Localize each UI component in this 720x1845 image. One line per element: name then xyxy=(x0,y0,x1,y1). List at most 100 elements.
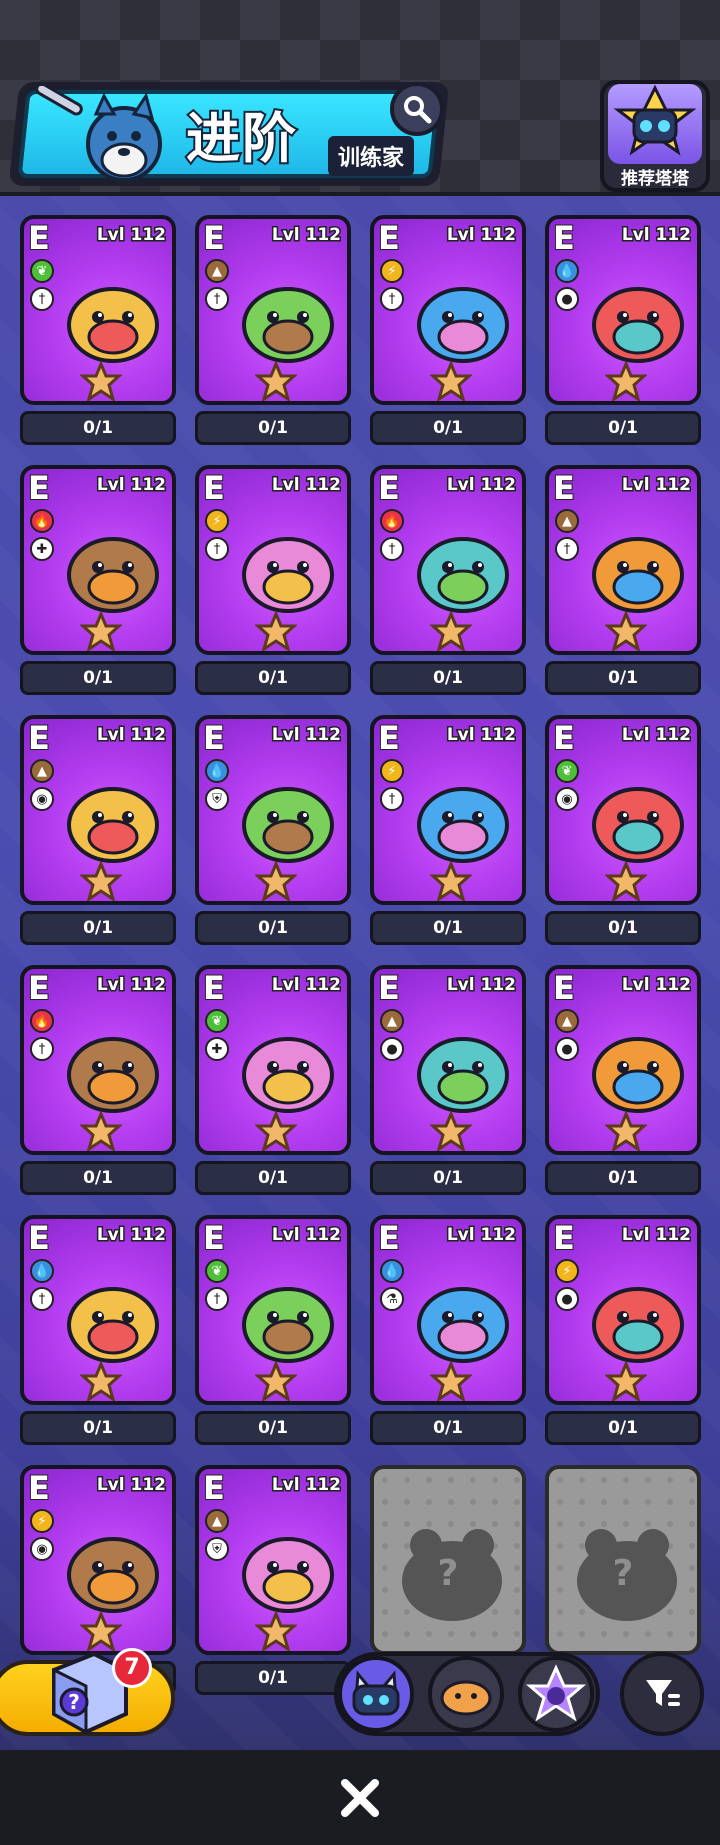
progress-bar: 0/1 xyxy=(20,411,176,445)
earth-element-icon: ▲ xyxy=(205,259,229,283)
fire-element-icon: 🔥 xyxy=(30,509,54,533)
monster-card[interactable]: E Lvl 112 ▲ ● xyxy=(545,965,701,1155)
page-subtitle: 训练家 xyxy=(328,136,415,176)
monster-card[interactable]: E Lvl 112 🔥 † xyxy=(20,965,176,1155)
earth-element-icon: ▲ xyxy=(555,509,579,533)
level-label: Lvl 112 xyxy=(270,474,342,497)
star-icon xyxy=(255,361,297,401)
monster-card[interactable]: E Lvl 112 💧 ⛨ xyxy=(195,715,351,905)
progress-bar: 0/1 xyxy=(195,411,351,445)
kangaroo-monster-icon xyxy=(417,1037,509,1113)
mole-monster-icon xyxy=(242,287,334,363)
search-button[interactable] xyxy=(390,82,444,136)
star-icon xyxy=(80,861,122,901)
progress-bar: 0/1 xyxy=(370,911,526,945)
sword-icon: † xyxy=(380,537,404,561)
star-icon xyxy=(255,1111,297,1151)
monster-card[interactable]: E Lvl 112 💧 ● xyxy=(545,215,701,405)
star-icon xyxy=(430,861,472,901)
progress-bar: 0/1 xyxy=(545,1161,701,1195)
monster-card[interactable]: E Lvl 112 ▲ ● xyxy=(370,965,526,1155)
crab-monster-icon xyxy=(592,287,684,363)
level-label: Lvl 112 xyxy=(95,974,167,997)
pet-tab[interactable] xyxy=(428,1656,504,1732)
monster-card[interactable]: E Lvl 112 🔥 † xyxy=(370,465,526,655)
level-label: Lvl 112 xyxy=(620,474,692,497)
close-button[interactable] xyxy=(330,1768,390,1828)
locked-monster-card[interactable]: ? xyxy=(545,1465,701,1655)
eye-icon: ◉ xyxy=(30,787,54,811)
grade-label: E xyxy=(27,469,51,507)
monster-card[interactable]: E Lvl 112 ❦ † xyxy=(195,1215,351,1405)
grade-label: E xyxy=(27,1219,51,1257)
jellyfish-monster-icon xyxy=(67,1287,159,1363)
monster-card[interactable]: E Lvl 112 ❦ ◉ xyxy=(545,715,701,905)
progress-bar: 0/1 xyxy=(370,1411,526,1445)
monster-card[interactable]: E Lvl 112 ❦ † xyxy=(20,215,176,405)
monster-card[interactable]: E Lvl 112 ⚡ † xyxy=(195,465,351,655)
electric-element-icon: ⚡ xyxy=(380,759,404,783)
polar-bear-monster-icon xyxy=(242,787,334,863)
unknown-mark: ? xyxy=(437,1553,459,1594)
grade-label: E xyxy=(377,219,401,257)
locked-monster-card[interactable]: ? xyxy=(370,1465,526,1655)
monster-card[interactable]: E Lvl 112 💧 † xyxy=(20,1215,176,1405)
unknown-mark: ? xyxy=(612,1553,634,1594)
star-icon xyxy=(80,611,122,651)
sword-icon: † xyxy=(30,1287,54,1311)
filter-button[interactable] xyxy=(620,1652,704,1736)
level-label: Lvl 112 xyxy=(445,224,517,247)
monster-card[interactable]: E Lvl 112 ▲ ◉ xyxy=(20,715,176,905)
bomb-icon: ● xyxy=(555,1287,579,1311)
grade-label: E xyxy=(202,469,226,507)
star-icon xyxy=(605,611,647,651)
bat-penguin-monster-icon xyxy=(67,1537,159,1613)
progress-bar: 0/1 xyxy=(20,661,176,695)
monster-card[interactable]: E Lvl 112 🔥 ✚ xyxy=(20,465,176,655)
grade-label: E xyxy=(377,719,401,757)
electric-element-icon: ⚡ xyxy=(555,1259,579,1283)
monster-card[interactable]: E Lvl 112 ❦ ✚ xyxy=(195,965,351,1155)
snake-monster-icon xyxy=(592,537,684,613)
grade-label: E xyxy=(377,469,401,507)
close-icon xyxy=(341,1779,379,1817)
bread-pet-icon xyxy=(440,1680,492,1716)
heal-icon: ✚ xyxy=(205,1037,229,1061)
sword-icon: † xyxy=(205,1287,229,1311)
monster-card[interactable]: E Lvl 112 ▲ † xyxy=(545,465,701,655)
mushroom-bear-monster-icon xyxy=(242,1537,334,1613)
grade-label: E xyxy=(202,1219,226,1257)
bomb-icon: ● xyxy=(555,1037,579,1061)
shield-icon: ⛨ xyxy=(205,1537,229,1561)
tata-tab[interactable] xyxy=(338,1656,414,1732)
star-icon xyxy=(80,361,122,401)
grass-element-icon: ❦ xyxy=(555,759,579,783)
grass-element-icon: ❦ xyxy=(205,1009,229,1033)
sword-icon: † xyxy=(30,287,54,311)
progress-bar: 0/1 xyxy=(370,661,526,695)
sword-icon: † xyxy=(205,287,229,311)
monster-card[interactable]: E Lvl 112 ⚡ ● xyxy=(545,1215,701,1405)
earth-element-icon: ▲ xyxy=(30,759,54,783)
progress-bar: 0/1 xyxy=(545,411,701,445)
monster-card[interactable]: E Lvl 112 ⚡ † xyxy=(370,215,526,405)
monster-card[interactable]: E Lvl 112 ▲ † xyxy=(195,215,351,405)
star-icon xyxy=(605,361,647,401)
level-label: Lvl 112 xyxy=(270,974,342,997)
grade-label: E xyxy=(27,969,51,1007)
water-element-icon: 💧 xyxy=(380,1259,404,1283)
cage-monkey-monster-icon xyxy=(417,787,509,863)
monster-card[interactable]: E Lvl 112 ⚡ ◉ xyxy=(20,1465,176,1655)
snail-monster-icon xyxy=(592,1037,684,1113)
monster-card[interactable]: E Lvl 112 ⚡ † xyxy=(370,715,526,905)
monster-card[interactable]: E Lvl 112 ▲ ⛨ xyxy=(195,1465,351,1655)
grass-element-icon: ❦ xyxy=(205,1259,229,1283)
progress-bar: 0/1 xyxy=(195,1411,351,1445)
progress-bar: 0/1 xyxy=(195,911,351,945)
monster-card[interactable]: E Lvl 112 💧 ⚗ xyxy=(370,1215,526,1405)
level-label: Lvl 112 xyxy=(620,1224,692,1247)
fire-element-icon: 🔥 xyxy=(380,509,404,533)
star-tab[interactable] xyxy=(518,1656,594,1732)
eye-icon: ◉ xyxy=(30,1537,54,1561)
level-label: Lvl 112 xyxy=(445,474,517,497)
